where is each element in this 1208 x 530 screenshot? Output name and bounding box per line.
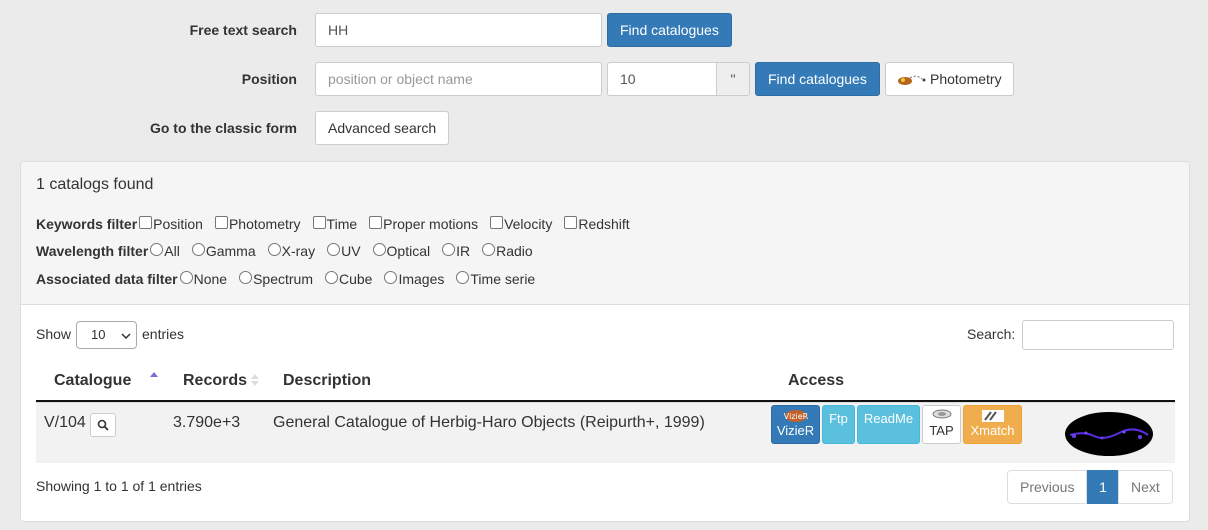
wavelength-option-radio[interactable]: Radio	[482, 242, 533, 259]
preview-button[interactable]	[90, 413, 116, 437]
classic-form-label: Go to the classic form	[149, 120, 297, 136]
radius-input[interactable]	[607, 62, 717, 96]
svg-text:VizieR: VizieR	[783, 412, 808, 421]
checkbox[interactable]	[369, 215, 383, 229]
xmatch-logo-icon	[981, 410, 1004, 422]
assoc-option-images[interactable]: Images	[384, 270, 444, 287]
radio[interactable]	[325, 270, 338, 284]
checkbox[interactable]	[490, 215, 504, 229]
results-panel: 1 catalogs found Keywords filter Positio…	[20, 161, 1190, 522]
keyword-option-photometry[interactable]: Photometry	[214, 215, 301, 232]
radio[interactable]	[239, 270, 253, 284]
catalogue-description: General Catalogue of Herbig-Haro Objects…	[273, 414, 705, 431]
pagination-page-1[interactable]: 1	[1087, 470, 1119, 504]
radio[interactable]	[384, 270, 398, 284]
radio[interactable]	[372, 242, 386, 256]
position-label: Position	[241, 71, 297, 87]
wavelength-option-uv[interactable]: UV	[327, 242, 361, 259]
assoc-option-spectrum[interactable]: Spectrum	[239, 270, 313, 287]
search-icon	[97, 419, 109, 431]
keyword-option-time[interactable]: Time	[312, 215, 357, 232]
wavelength-option-all[interactable]: All	[150, 242, 180, 259]
wavelength-option-gamma[interactable]: Gamma	[191, 242, 256, 259]
column-header-records[interactable]: Records	[183, 372, 247, 390]
keywords-filter-label: Keywords filter	[36, 216, 138, 232]
radio[interactable]	[327, 242, 341, 256]
keyword-option-proper-motions[interactable]: Proper motions	[369, 215, 478, 232]
advanced-search-button[interactable]: Advanced search	[315, 111, 450, 145]
sky-coverage-map[interactable]	[1064, 411, 1154, 457]
wavelength-filter-label: Wavelength filter	[36, 243, 149, 259]
results-panel-header: 1 catalogs found Keywords filter Positio…	[21, 162, 1189, 305]
tap-button[interactable]: TAP	[922, 405, 961, 444]
vizier-logo-icon: VizieR	[783, 410, 808, 422]
sort-both-icon	[251, 374, 259, 386]
associated-data-filter: Associated data filter None Spectrum Cub…	[36, 270, 547, 287]
sort-ascending-icon	[150, 372, 158, 377]
radio[interactable]	[150, 242, 164, 256]
pagination-next[interactable]: Next	[1118, 470, 1173, 504]
tap-icon	[932, 409, 951, 419]
table-search-label: Search:	[967, 326, 1016, 342]
radio[interactable]	[191, 242, 205, 256]
radio[interactable]	[179, 270, 193, 284]
keyword-option-position[interactable]: Position	[139, 215, 203, 232]
entries-label: entries	[142, 326, 185, 342]
radio[interactable]	[482, 242, 496, 256]
position-input[interactable]	[315, 62, 602, 96]
records-count: 3.790e+3	[173, 414, 241, 431]
entries-select[interactable]: 10	[76, 321, 137, 349]
find-catalogues-button[interactable]: Find catalogues	[607, 13, 732, 47]
keyword-option-redshift[interactable]: Redshift	[564, 215, 630, 232]
pagination-previous[interactable]: Previous	[1007, 470, 1088, 504]
wavelength-option-xray[interactable]: X-ray	[267, 242, 315, 259]
free-text-input[interactable]	[315, 13, 602, 47]
associated-data-filter-label: Associated data filter	[36, 271, 178, 287]
wavelength-option-optical[interactable]: Optical	[372, 242, 430, 259]
show-label: Show	[36, 326, 72, 342]
readme-button[interactable]: ReadMe	[857, 405, 920, 444]
keyword-option-velocity[interactable]: Velocity	[490, 215, 552, 232]
radio[interactable]	[456, 270, 470, 284]
xmatch-button[interactable]: Xmatch	[963, 405, 1022, 444]
column-header-access: Access	[788, 372, 845, 389]
vizier-button[interactable]: VizieR VizieR	[771, 405, 820, 444]
catalogs-found-count: 1 catalogs found	[36, 176, 154, 193]
wavelength-option-ir[interactable]: IR	[442, 242, 470, 259]
radius-unit-addon: ''	[717, 62, 750, 96]
checkbox[interactable]	[312, 215, 326, 229]
chevron-down-icon	[121, 333, 131, 339]
column-header-description: Description	[283, 372, 372, 389]
photometry-label: Photometry	[930, 71, 1002, 87]
column-header-catalogue[interactable]: Catalogue	[54, 372, 131, 390]
free-text-label: Free text search	[189, 22, 297, 38]
assoc-option-none[interactable]: None	[179, 270, 227, 287]
checkbox[interactable]	[214, 215, 228, 229]
photometry-icon	[898, 75, 926, 85]
table-row: V/104 3.790e+3 General Catalogue of Herb…	[36, 402, 1175, 463]
table-info: Showing 1 to 1 of 1 entries	[36, 478, 202, 494]
keywords-filter: Keywords filter Position Photometry Time…	[36, 215, 642, 232]
find-catalogues-position-button[interactable]: Find catalogues	[755, 62, 880, 96]
assoc-option-cube[interactable]: Cube	[325, 270, 372, 287]
checkbox[interactable]	[139, 215, 153, 229]
ftp-button[interactable]: Ftp	[822, 405, 855, 444]
radio[interactable]	[442, 242, 456, 256]
radio[interactable]	[267, 242, 281, 256]
wavelength-filter: Wavelength filter All Gamma X-ray UV Opt…	[36, 242, 545, 259]
checkbox[interactable]	[564, 215, 578, 229]
assoc-option-time-serie[interactable]: Time serie	[456, 270, 535, 287]
table-search-input[interactable]	[1022, 320, 1174, 350]
photometry-button[interactable]: Photometry	[885, 62, 1014, 96]
catalogue-id[interactable]: V/104	[44, 414, 86, 432]
